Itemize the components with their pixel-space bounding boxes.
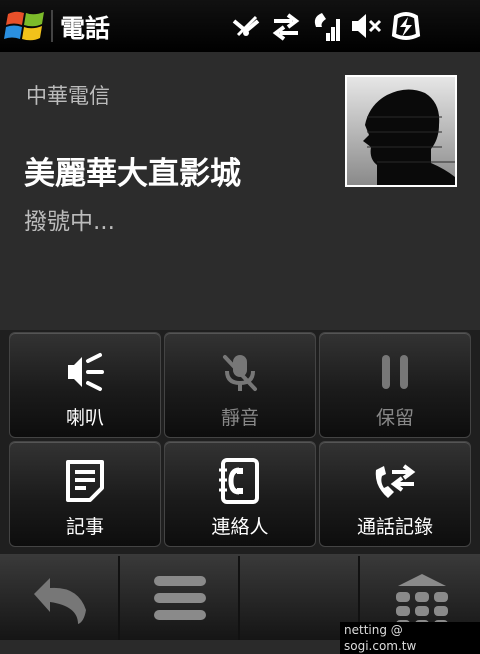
mute-label: 靜音 — [220, 407, 259, 429]
hold-button[interactable]: 保留 — [319, 332, 471, 438]
call-log-button[interactable]: 通話記錄 — [319, 441, 471, 547]
status-bar: 電話 — [0, 0, 480, 52]
call-actions-grid: 喇叭 靜音 保留 記事 連絡人 通話記錄 — [0, 330, 480, 554]
contacts-icon — [219, 458, 259, 504]
contact-avatar — [345, 75, 457, 187]
speaker-muted-icon — [352, 14, 382, 38]
back-icon — [34, 578, 86, 624]
signal-strength-icon — [314, 13, 340, 41]
call-status: 撥號中... — [24, 209, 115, 235]
contacts-label: 連絡人 — [211, 516, 269, 538]
carrier-label: 中華電信 — [26, 84, 110, 108]
call-log-label: 通話記錄 — [356, 516, 433, 538]
mute-mic-icon — [223, 355, 257, 391]
silhouette-icon — [347, 77, 455, 185]
note-button[interactable]: 記事 — [9, 441, 161, 547]
call-info-panel: 中華電信 美麗華大直影城 撥號中... — [0, 52, 480, 330]
app-title: 電話 — [60, 14, 111, 43]
wireless-off-icon — [232, 15, 260, 37]
hold-label: 保留 — [375, 407, 414, 429]
data-transfer-icon — [272, 13, 300, 41]
contact-name: 美麗華大直影城 — [24, 156, 241, 192]
menu-icon — [154, 576, 206, 620]
status-divider — [51, 10, 53, 42]
note-label: 記事 — [65, 516, 104, 538]
mute-button[interactable]: 靜音 — [164, 332, 316, 438]
status-icons[interactable] — [230, 8, 422, 44]
speaker-icon — [68, 353, 104, 391]
back-button[interactable] — [0, 556, 120, 640]
windows-start-logo[interactable] — [4, 6, 48, 46]
battery-charging-icon — [391, 12, 421, 40]
watermark: netting @ sogi.com.tw — [340, 622, 480, 654]
menu-button[interactable] — [120, 556, 240, 640]
speaker-label: 喇叭 — [65, 407, 104, 429]
speaker-button[interactable]: 喇叭 — [9, 332, 161, 438]
contacts-button[interactable]: 連絡人 — [164, 441, 316, 547]
note-icon — [66, 460, 104, 502]
call-log-icon — [375, 464, 416, 498]
pause-icon — [382, 355, 408, 389]
